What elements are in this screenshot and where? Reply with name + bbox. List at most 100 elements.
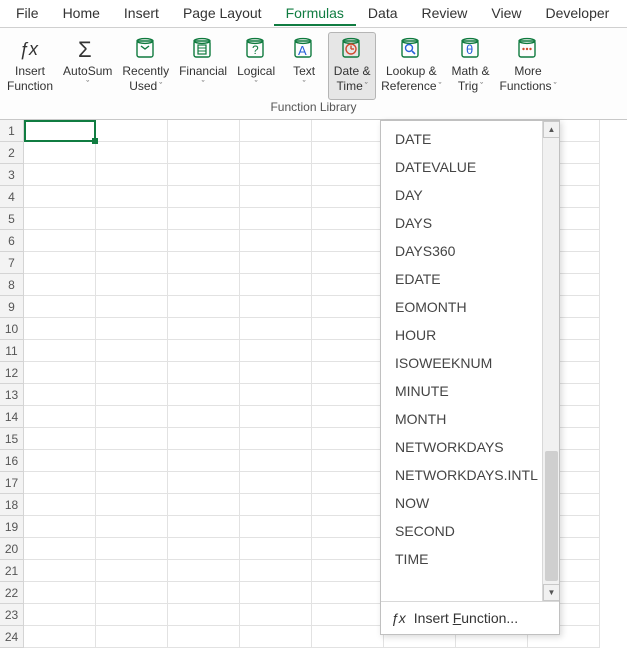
cell[interactable]: [312, 252, 384, 274]
cell[interactable]: [24, 560, 96, 582]
cell[interactable]: [240, 472, 312, 494]
cell[interactable]: [168, 538, 240, 560]
cell[interactable]: [96, 274, 168, 296]
cell[interactable]: [240, 186, 312, 208]
cell[interactable]: [96, 428, 168, 450]
cell[interactable]: [312, 208, 384, 230]
cell[interactable]: [24, 296, 96, 318]
tab-developer[interactable]: Developer: [534, 1, 622, 26]
row-header[interactable]: 18: [0, 494, 24, 516]
cell[interactable]: [24, 582, 96, 604]
cell[interactable]: [168, 142, 240, 164]
row-header[interactable]: 4: [0, 186, 24, 208]
cell[interactable]: [96, 450, 168, 472]
cell[interactable]: [96, 362, 168, 384]
cell[interactable]: [240, 120, 312, 142]
date-time-button[interactable]: Date &Timeˇ: [328, 32, 376, 100]
cell[interactable]: [168, 120, 240, 142]
cell[interactable]: [240, 274, 312, 296]
cell[interactable]: [240, 296, 312, 318]
cell[interactable]: [168, 450, 240, 472]
row-header[interactable]: 8: [0, 274, 24, 296]
cell[interactable]: [312, 494, 384, 516]
insert-function-button[interactable]: ƒxInsertFunction: [2, 32, 58, 100]
row-header[interactable]: 5: [0, 208, 24, 230]
row-header[interactable]: 22: [0, 582, 24, 604]
cell[interactable]: [168, 164, 240, 186]
cell[interactable]: [24, 406, 96, 428]
cell[interactable]: [168, 274, 240, 296]
cell[interactable]: [312, 538, 384, 560]
menu-item-day[interactable]: DAY: [381, 181, 559, 209]
cell[interactable]: [96, 208, 168, 230]
cell[interactable]: [24, 274, 96, 296]
menu-item-networkdays-intl[interactable]: NETWORKDAYS.INTL: [381, 461, 559, 489]
tab-page-layout[interactable]: Page Layout: [171, 1, 274, 26]
row-header[interactable]: 11: [0, 340, 24, 362]
cell[interactable]: [96, 252, 168, 274]
row-header[interactable]: 10: [0, 318, 24, 340]
insert-function-menu-item[interactable]: ƒx Insert Function...: [381, 601, 559, 634]
cell[interactable]: [312, 560, 384, 582]
cell[interactable]: [312, 120, 384, 142]
menu-item-date[interactable]: DATE: [381, 125, 559, 153]
cell[interactable]: [96, 538, 168, 560]
cell[interactable]: [96, 494, 168, 516]
row-header[interactable]: 23: [0, 604, 24, 626]
row-header[interactable]: 6: [0, 230, 24, 252]
cell[interactable]: [312, 406, 384, 428]
cell[interactable]: [240, 318, 312, 340]
cell[interactable]: [240, 252, 312, 274]
tab-data[interactable]: Data: [356, 1, 410, 26]
cell[interactable]: [96, 230, 168, 252]
cell[interactable]: [168, 494, 240, 516]
cell[interactable]: [312, 186, 384, 208]
cell[interactable]: [240, 208, 312, 230]
menu-item-days360[interactable]: DAYS360: [381, 237, 559, 265]
menu-item-networkdays[interactable]: NETWORKDAYS: [381, 433, 559, 461]
cell[interactable]: [96, 296, 168, 318]
cell[interactable]: [96, 406, 168, 428]
cell[interactable]: [240, 230, 312, 252]
row-header[interactable]: 17: [0, 472, 24, 494]
cell[interactable]: [312, 384, 384, 406]
cell[interactable]: [240, 626, 312, 648]
tab-view[interactable]: View: [479, 1, 533, 26]
cell[interactable]: [240, 164, 312, 186]
tab-review[interactable]: Review: [410, 1, 480, 26]
cell[interactable]: [24, 142, 96, 164]
menu-item-edate[interactable]: EDATE: [381, 265, 559, 293]
cell[interactable]: [312, 582, 384, 604]
row-header[interactable]: 20: [0, 538, 24, 560]
cell[interactable]: [96, 516, 168, 538]
row-header[interactable]: 2: [0, 142, 24, 164]
cell[interactable]: [96, 472, 168, 494]
cell[interactable]: [24, 120, 96, 142]
cell[interactable]: [96, 604, 168, 626]
cell[interactable]: [96, 318, 168, 340]
cell[interactable]: [96, 582, 168, 604]
menu-item-second[interactable]: SECOND: [381, 517, 559, 545]
cell[interactable]: [312, 604, 384, 626]
cell[interactable]: [240, 538, 312, 560]
cell[interactable]: [24, 516, 96, 538]
cell[interactable]: [168, 428, 240, 450]
cell[interactable]: [168, 362, 240, 384]
row-header[interactable]: 19: [0, 516, 24, 538]
row-header[interactable]: 16: [0, 450, 24, 472]
cell[interactable]: [312, 274, 384, 296]
cell[interactable]: [312, 318, 384, 340]
row-header[interactable]: 12: [0, 362, 24, 384]
cell[interactable]: [240, 494, 312, 516]
cell[interactable]: [312, 362, 384, 384]
cell[interactable]: [168, 406, 240, 428]
menu-item-eomonth[interactable]: EOMONTH: [381, 293, 559, 321]
logical-button[interactable]: ?Logicalˇ: [232, 32, 280, 100]
cell[interactable]: [24, 472, 96, 494]
cell[interactable]: [96, 164, 168, 186]
tab-home[interactable]: Home: [51, 1, 112, 26]
cell[interactable]: [312, 472, 384, 494]
menu-item-days[interactable]: DAYS: [381, 209, 559, 237]
cell[interactable]: [168, 230, 240, 252]
cell[interactable]: [24, 494, 96, 516]
